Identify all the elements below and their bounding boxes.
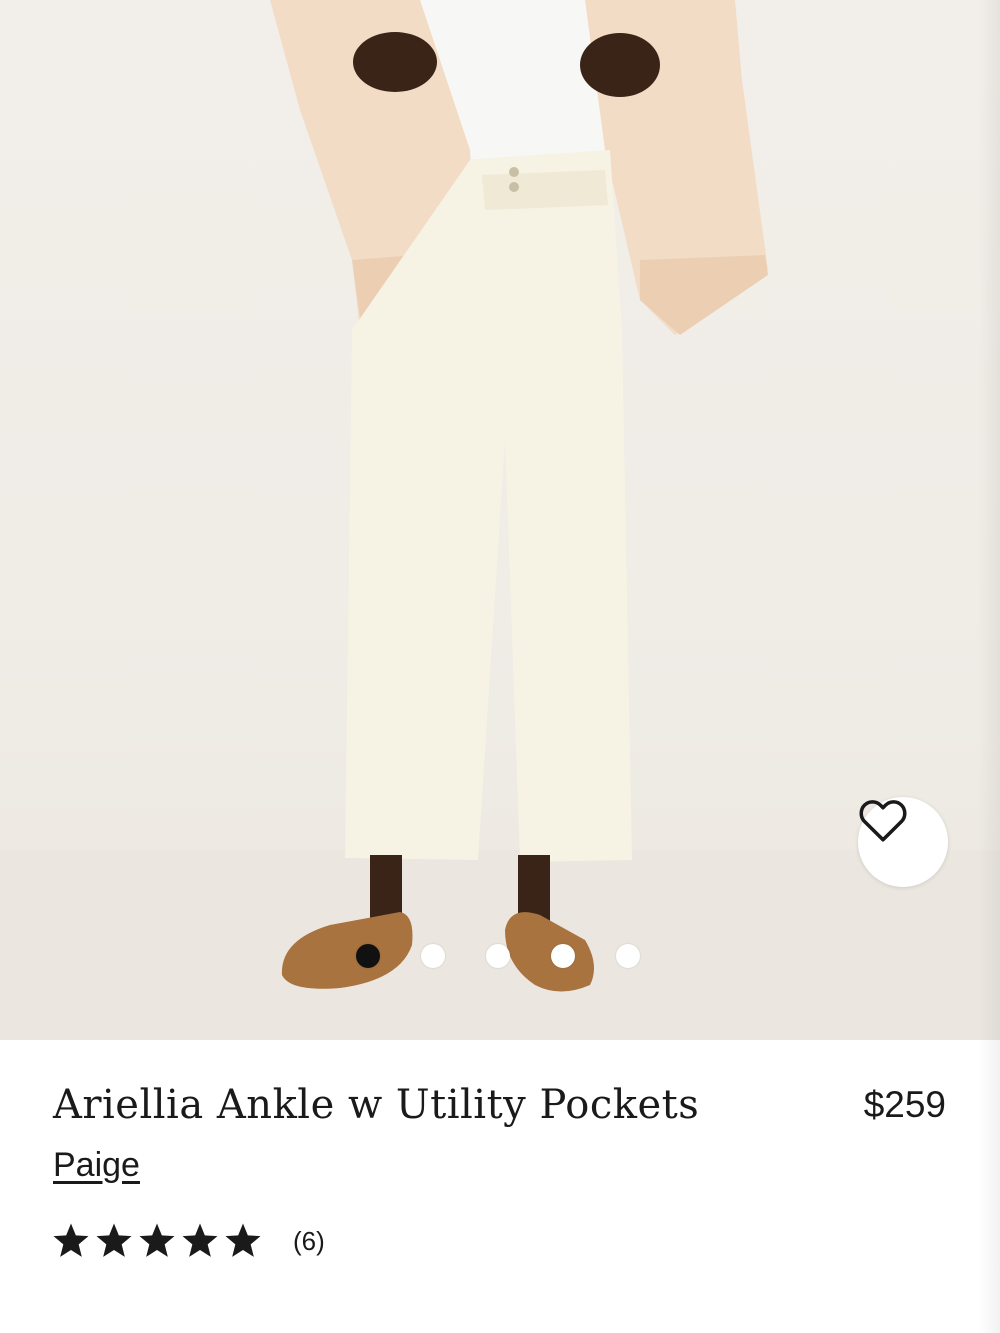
image-carousel-dots xyxy=(356,944,640,968)
review-count[interactable]: (6) xyxy=(293,1226,325,1257)
star-icon xyxy=(53,1223,89,1257)
rating-stars xyxy=(51,1221,263,1261)
star-icon xyxy=(139,1223,175,1257)
product-image[interactable] xyxy=(0,0,1000,1040)
brand-link[interactable]: Paige xyxy=(53,1146,140,1185)
carousel-dot-4[interactable] xyxy=(551,944,575,968)
heart-outline-icon xyxy=(859,800,907,842)
carousel-dot-5[interactable] xyxy=(616,944,640,968)
star-icon xyxy=(96,1223,132,1257)
carousel-dot-2[interactable] xyxy=(421,944,445,968)
star-icon xyxy=(182,1223,218,1257)
product-photo xyxy=(0,0,1000,1040)
product-rating[interactable]: (6) xyxy=(51,1221,325,1261)
wishlist-button[interactable] xyxy=(858,797,948,887)
star-icon xyxy=(225,1223,261,1257)
product-price: $259 xyxy=(863,1084,946,1125)
product-title[interactable]: Ariellia Ankle w Utility Pockets xyxy=(53,1082,793,1128)
carousel-dot-3[interactable] xyxy=(486,944,510,968)
product-info: Ariellia Ankle w Utility Pockets $259 Pa… xyxy=(0,1040,1000,1333)
carousel-dot-1[interactable] xyxy=(356,944,380,968)
product-card: Ariellia Ankle w Utility Pockets $259 Pa… xyxy=(0,0,1000,1333)
